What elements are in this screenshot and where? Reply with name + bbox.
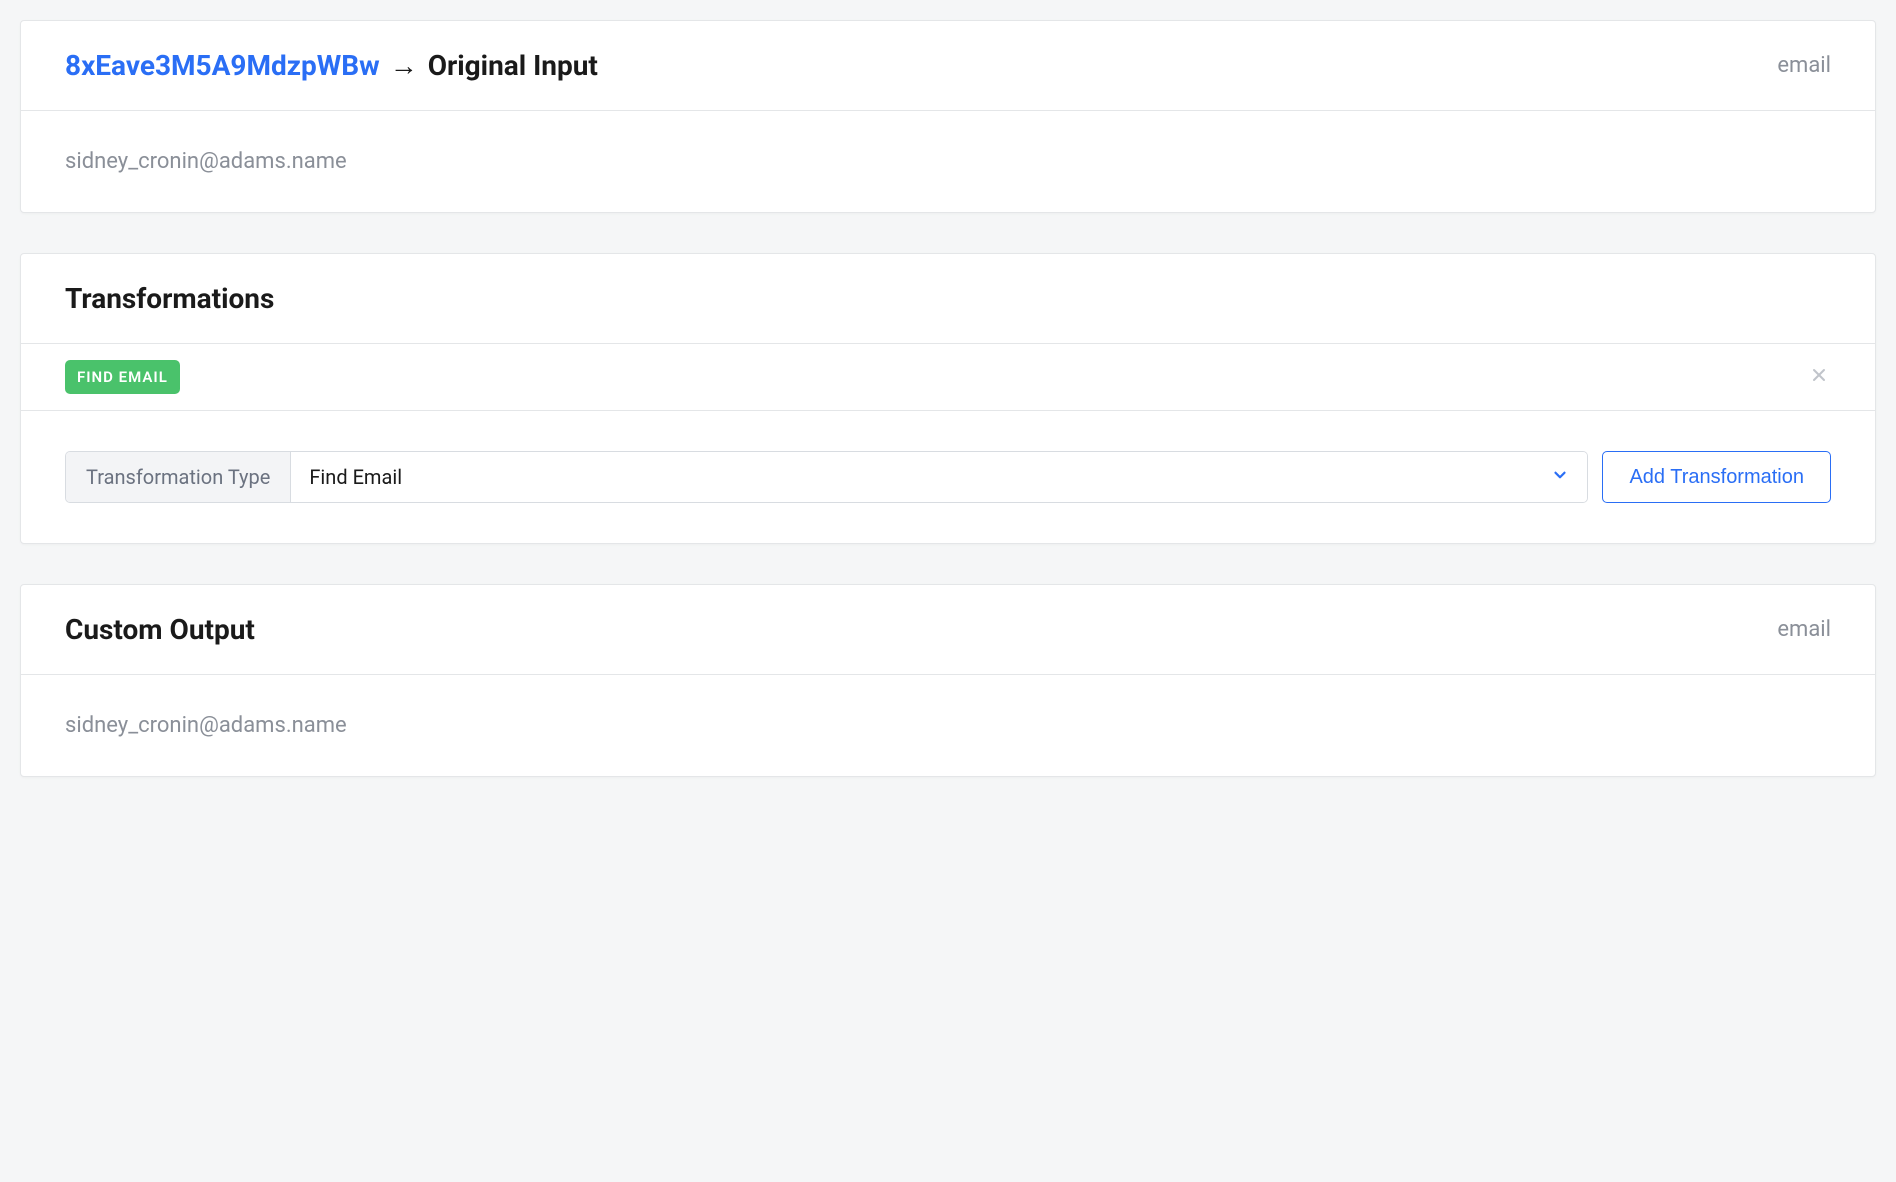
output-title: Custom Output xyxy=(65,613,255,646)
transformation-form-row: Transformation Type Find Email Add Trans… xyxy=(21,411,1875,543)
output-card-header: Custom Output email xyxy=(21,585,1875,675)
chevron-down-icon xyxy=(1551,465,1569,489)
transformation-badge-row: FIND EMAIL xyxy=(21,344,1875,411)
transformation-type-label: Transformation Type xyxy=(66,452,291,502)
input-type-label: email xyxy=(1777,53,1831,78)
arrow-icon: → xyxy=(390,49,418,82)
output-type-label: email xyxy=(1777,617,1831,642)
input-value: sidney_cronin@adams.name xyxy=(65,149,1831,174)
original-input-card: 8xEave3M5A9MdzpWBw → Original Input emai… xyxy=(20,20,1876,213)
close-icon[interactable] xyxy=(1807,362,1831,392)
transformation-type-group: Transformation Type Find Email xyxy=(65,451,1588,503)
input-header-title: 8xEave3M5A9MdzpWBw → Original Input xyxy=(65,49,598,82)
input-card-body: sidney_cronin@adams.name xyxy=(21,111,1875,212)
input-title: Original Input xyxy=(428,49,598,82)
find-email-badge: FIND EMAIL xyxy=(65,360,180,394)
transformation-type-select[interactable]: Find Email xyxy=(291,452,1587,502)
custom-output-card: Custom Output email sidney_cronin@adams.… xyxy=(20,584,1876,777)
transformations-title: Transformations xyxy=(65,282,274,315)
transformation-type-value: Find Email xyxy=(309,465,402,489)
add-transformation-button[interactable]: Add Transformation xyxy=(1602,451,1831,503)
output-card-body: sidney_cronin@adams.name xyxy=(21,675,1875,776)
input-id-link[interactable]: 8xEave3M5A9MdzpWBw xyxy=(65,49,380,82)
input-card-header: 8xEave3M5A9MdzpWBw → Original Input emai… xyxy=(21,21,1875,111)
transformations-header: Transformations xyxy=(21,254,1875,344)
output-value: sidney_cronin@adams.name xyxy=(65,713,1831,738)
transformations-card: Transformations FIND EMAIL Transformatio… xyxy=(20,253,1876,544)
